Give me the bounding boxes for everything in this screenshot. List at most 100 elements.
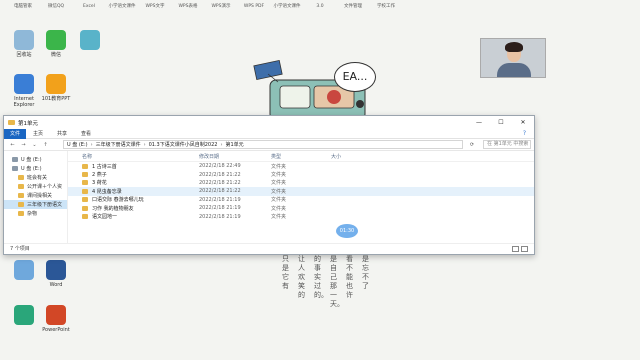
desktop-top-label[interactable]: 电脑管家 xyxy=(6,4,40,9)
folder-icon xyxy=(18,175,24,180)
column-name[interactable]: 名称 xyxy=(68,153,199,160)
column-type[interactable]: 类型 xyxy=(271,153,331,160)
breadcrumb-separator: › xyxy=(90,141,93,148)
file-row[interactable]: 2 燕子 2022/2/18 21:22 文件夹 xyxy=(68,170,534,178)
sidebar-item[interactable]: 课间操相关 xyxy=(4,191,67,200)
file-date: 2022/2/18 21:22 xyxy=(199,179,241,186)
desktop-top-label[interactable]: 微信QQ xyxy=(39,4,73,9)
sidebar-item-label: U 盘 (E:) xyxy=(21,166,42,172)
desktop-icon[interactable]: PowerPoint xyxy=(36,305,76,333)
file-type: 文件夹 xyxy=(271,188,287,195)
recent-chevron-icon[interactable]: ⌄ xyxy=(29,142,40,148)
title-bar[interactable]: 第1单元 — ☐ ✕ xyxy=(4,116,534,129)
sidebar-item[interactable]: 三年级下册语文 xyxy=(4,200,67,209)
folder-icon xyxy=(82,214,88,220)
explorer-window[interactable]: 第1单元 — ☐ ✕ 文件 主页 共享 查看 ? ← → ⌄ ↑ U 盘 (E:… xyxy=(3,115,535,255)
address-bar[interactable]: U 盘 (E:) › 三年级下册语文课件 › 01.3下语文课件小凤自制2022 › 第1单… xyxy=(63,140,463,149)
poem-column: 看不能也许 xyxy=(346,255,353,299)
help-icon[interactable]: ? xyxy=(523,130,526,137)
app-icon xyxy=(14,30,34,50)
file-date: 2022/2/18 21:22 xyxy=(199,171,241,178)
file-row[interactable]: 语文园地一 2022/2/18 21:19 文件夹 xyxy=(68,212,534,220)
refresh-icon[interactable]: ⟳ xyxy=(463,142,481,148)
file-type: 文件夹 xyxy=(271,205,287,212)
sidebar-item[interactable]: U 盘 (E:) xyxy=(4,155,67,164)
desktop-icon-label: Word xyxy=(49,282,63,288)
desktop-top-label[interactable]: 小学语文课件 xyxy=(270,4,304,9)
column-date[interactable]: 修改日期 xyxy=(199,153,271,160)
up-button[interactable]: ↑ xyxy=(40,142,51,148)
file-row[interactable]: 4 昆虫备忘录 2022/2/18 21:22 文件夹 xyxy=(68,187,534,196)
tab-share[interactable]: 共享 xyxy=(50,130,74,137)
desktop-top-label[interactable]: 3.0 xyxy=(303,4,337,9)
sidebar-item-label: 班会有关 xyxy=(27,175,48,181)
desktop-top-label[interactable]: WPS演示 xyxy=(204,4,238,9)
file-row[interactable]: 1 古诗三首 2022/2/18 22:49 文件夹 xyxy=(68,162,534,170)
forward-button[interactable]: → xyxy=(18,142,29,148)
window-title: 第1单元 xyxy=(18,120,38,127)
desktop-top-label[interactable]: WPS文字 xyxy=(138,4,172,9)
sidebar-item[interactable]: 杂物 xyxy=(4,209,67,218)
app-icon xyxy=(14,305,34,325)
file-row[interactable]: 口语交际 春游去哪儿玩 2022/2/18 21:19 文件夹 xyxy=(68,196,534,204)
breadcrumb-separator: › xyxy=(220,141,223,148)
sidebar-item-label: 三年级下册语文 xyxy=(27,202,63,208)
desktop-top-label[interactable]: 学校工作 xyxy=(369,4,403,9)
desktop-top-label[interactable]: 文件管理 xyxy=(336,4,370,9)
file-date: 2022/2/18 21:19 xyxy=(199,213,241,220)
close-button[interactable]: ✕ xyxy=(512,119,534,126)
details-view-icon[interactable] xyxy=(512,245,519,252)
sidebar-item-label: 课间操相关 xyxy=(27,193,53,199)
sidebar-item[interactable]: 班会有关 xyxy=(4,173,67,182)
desktop-top-label[interactable]: WPS表格 xyxy=(171,4,205,9)
file-name: 2 燕子 xyxy=(68,171,199,178)
file-type: 文件夹 xyxy=(271,163,287,170)
back-button[interactable]: ← xyxy=(7,142,18,148)
tab-home[interactable]: 主页 xyxy=(26,130,50,137)
file-date: 2022/2/18 21:22 xyxy=(199,188,241,195)
poem-column: 的事实过的。 xyxy=(314,255,328,299)
breadcrumb-item[interactable]: 三年级下册语文课件 xyxy=(96,141,141,148)
file-row[interactable]: 习作 我的植物朋友 2022/2/18 21:19 文件夹 xyxy=(68,204,534,212)
navigation-pane: U 盘 (E:) U 盘 (E:) 班会有关 公开课＋个人资课间操相关三年级下册语文杂… xyxy=(4,151,68,243)
desktop-icon-label: PowerPoint xyxy=(42,327,70,333)
desktop-icon[interactable]: 101教育PPT xyxy=(36,74,76,102)
desktop-top-label[interactable]: WPS PDF xyxy=(237,4,271,9)
file-type: 文件夹 xyxy=(271,180,287,187)
maximize-button[interactable]: ☐ xyxy=(490,119,512,126)
large-icons-view-icon[interactable] xyxy=(521,245,528,252)
search-input[interactable]: 在 第1单元 中搜索 xyxy=(483,140,531,149)
desktop-icon[interactable]: Word xyxy=(36,260,76,288)
column-size[interactable]: 大小 xyxy=(331,153,391,160)
app-icon xyxy=(46,30,66,50)
tab-view[interactable]: 查看 xyxy=(74,130,98,137)
minimize-button[interactable]: — xyxy=(468,119,490,126)
desktop-icon[interactable] xyxy=(70,30,110,52)
folder-icon xyxy=(82,188,88,194)
file-row[interactable]: 3 荷花 2022/2/18 21:22 文件夹 xyxy=(68,179,534,187)
file-name: 语文园地一 xyxy=(68,213,199,220)
address-row: ← → ⌄ ↑ U 盘 (E:) › 三年级下册语文课件 › 01.3下语文课件小凤自制… xyxy=(4,139,534,151)
file-name-text: 1 古诗三首 xyxy=(92,163,117,170)
folder-icon xyxy=(82,205,88,211)
file-type: 文件夹 xyxy=(271,214,287,221)
sidebar-item[interactable]: 公开课＋个人资 xyxy=(4,182,67,191)
file-date: 2022/2/18 21:19 xyxy=(199,196,241,203)
file-date: 2022/2/18 22:49 xyxy=(199,163,241,170)
folder-icon xyxy=(18,202,24,207)
file-name: 口语交际 春游去哪儿玩 xyxy=(68,196,199,203)
sidebar-item[interactable]: U 盘 (E:) xyxy=(4,164,67,173)
tab-file[interactable]: 文件 xyxy=(4,128,27,139)
drive-icon xyxy=(12,157,18,162)
folder-icon xyxy=(8,120,15,125)
desktop-top-label[interactable]: 小学语文课件 xyxy=(105,4,139,9)
breadcrumb-item[interactable]: U 盘 (E:) xyxy=(67,141,88,148)
desktop-icon-label: 微信 xyxy=(50,52,61,58)
column-header: 名称 修改日期 类型 大小 xyxy=(68,151,534,162)
drive-icon xyxy=(12,166,18,171)
desktop-top-label[interactable]: Excel xyxy=(72,4,106,9)
item-count: 7 个项目 xyxy=(10,246,30,252)
breadcrumb-item[interactable]: 01.3下语文课件小凤自制2022 xyxy=(149,141,218,148)
file-name-text: 4 昆虫备忘录 xyxy=(92,188,122,195)
breadcrumb-item[interactable]: 第1单元 xyxy=(225,141,243,148)
